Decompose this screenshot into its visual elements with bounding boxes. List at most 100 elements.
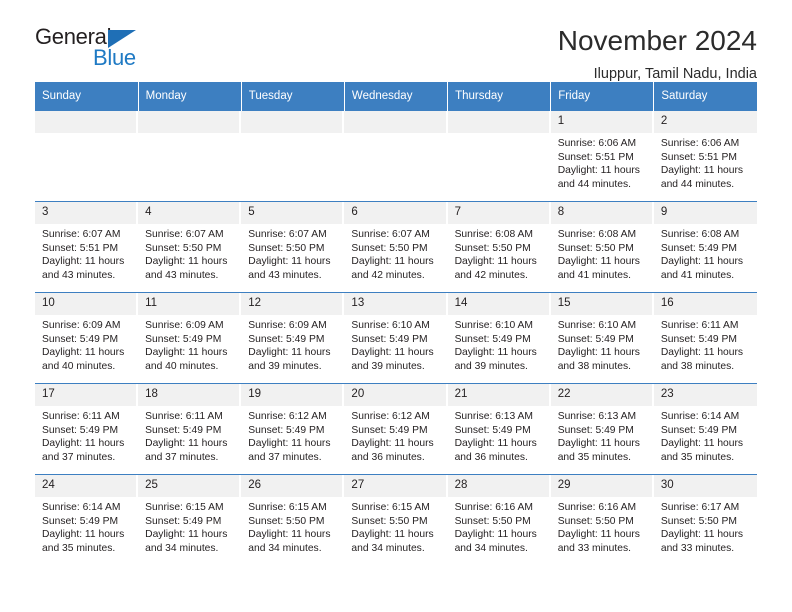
day-cell[interactable] [35,110,139,202]
sunset-text: Sunset: 5:49 PM [660,242,737,254]
day-cell[interactable]: 3 Sunrise: 6:07 AM Sunset: 5:51 PM Daylight… [35,201,139,293]
day-cell[interactable]: 9 Sunrise: 6:08 AM Sunset: 5:49 PM Daylight… [653,201,757,293]
daylight-text-line1: Daylight: 11 hours [351,347,434,359]
daylight-text-line2: and 41 minutes. [660,269,735,281]
day-cell[interactable]: 21 Sunrise: 6:13 AM Sunset: 5:49 PM Dayligh… [447,383,551,475]
daylight-text-line1: Daylight: 11 hours [660,529,744,541]
daylight-text-line2: and 42 minutes. [454,269,528,281]
day-number [35,111,137,133]
day-number: 17 [35,384,137,406]
daylight-text-line2: and 38 minutes. [557,360,631,372]
day-cell[interactable]: 2 Sunrise: 6:06 AM Sunset: 5:51 PM Daylight… [653,110,757,202]
weekday-header-friday: Friday [550,82,655,111]
day-number: 26 [241,475,343,497]
day-cell[interactable]: 1 Sunrise: 6:06 AM Sunset: 5:51 PM Daylight… [550,110,654,202]
day-cell[interactable]: 30 Sunrise: 6:17 AM Sunset: 5:50 PM Dayligh… [653,474,757,565]
page-header: General Blue November 2024 Iluppur, Tami… [35,0,757,82]
day-number: 21 [447,384,549,406]
sunrise-text: Sunrise: 6:11 AM [42,411,120,422]
daylight-text-line1: Daylight: 11 hours [557,256,640,268]
weekday-header-saturday: Saturday [653,82,757,111]
sunset-text: Sunset: 5:49 PM [42,424,119,436]
day-cell[interactable] [344,110,448,202]
day-cell[interactable]: 22 Sunrise: 6:13 AM Sunset: 5:49 PM Dayligh… [550,383,654,475]
sunrise-text: Sunrise: 6:07 AM [248,229,327,240]
daylight-text-line1: Daylight: 11 hours [248,438,331,450]
day-cell[interactable]: 28 Sunrise: 6:16 AM Sunset: 5:50 PM Dayligh… [447,474,551,565]
sunrise-text: Sunrise: 6:13 AM [454,411,533,422]
daylight-text-line1: Daylight: 11 hours [660,438,744,450]
day-number [241,111,343,133]
day-cell[interactable] [447,110,551,202]
day-number: 23 [653,384,757,406]
day-cell[interactable] [138,110,242,202]
daylight-text-line1: Daylight: 11 hours [42,256,125,268]
sunrise-text: Sunrise: 6:13 AM [557,411,637,422]
sunset-text: Sunset: 5:49 PM [145,424,222,436]
daylight-text-line2: and 44 minutes. [557,178,631,190]
general-blue-logo[interactable]: General Blue [35,24,155,72]
day-cell[interactable]: 13 Sunrise: 6:10 AM Sunset: 5:49 PM Dayligh… [344,292,448,384]
day-cell[interactable]: 8 Sunrise: 6:08 AM Sunset: 5:50 PM Daylight… [550,201,654,293]
day-cell[interactable]: 15 Sunrise: 6:10 AM Sunset: 5:49 PM Dayligh… [550,292,654,384]
day-number: 2 [653,111,757,133]
day-cell[interactable]: 18 Sunrise: 6:11 AM Sunset: 5:49 PM Dayligh… [138,383,242,475]
sunset-text: Sunset: 5:49 PM [42,333,119,345]
daylight-text-line1: Daylight: 11 hours [454,529,537,541]
daylight-text-line1: Daylight: 11 hours [248,529,331,541]
day-cell[interactable]: 7 Sunrise: 6:08 AM Sunset: 5:50 PM Daylight… [447,201,551,293]
page-title: November 2024 [557,25,757,56]
daylight-text-line1: Daylight: 11 hours [351,529,434,541]
sunset-text: Sunset: 5:50 PM [454,515,531,527]
daylight-text-line2: and 35 minutes. [42,542,116,554]
page-subtitle: Iluppur, Tamil Nadu, India [593,66,757,82]
sunrise-text: Sunrise: 6:10 AM [557,320,637,331]
day-cell[interactable]: 12 Sunrise: 6:09 AM Sunset: 5:49 PM Dayligh… [241,292,345,384]
day-cell[interactable]: 16 Sunrise: 6:11 AM Sunset: 5:49 PM Dayligh… [653,292,757,384]
day-number: 30 [653,475,757,497]
day-cell[interactable]: 6 Sunrise: 6:07 AM Sunset: 5:50 PM Daylight… [344,201,448,293]
day-cell[interactable] [241,110,345,202]
day-number: 1 [550,111,652,133]
sunrise-text: Sunrise: 6:08 AM [660,229,740,240]
daylight-text-line2: and 38 minutes. [660,360,735,372]
day-cell[interactable]: 10 Sunrise: 6:09 AM Sunset: 5:49 PM Dayligh… [35,292,139,384]
day-cell[interactable]: 25 Sunrise: 6:15 AM Sunset: 5:49 PM Dayligh… [138,474,242,565]
daylight-text-line2: and 43 minutes. [42,269,116,281]
sunset-text: Sunset: 5:50 PM [351,515,428,527]
calendar-body: 1 Sunrise: 6:06 AM Sunset: 5:51 PM Daylight… [35,110,757,565]
day-cell[interactable]: 14 Sunrise: 6:10 AM Sunset: 5:49 PM Dayligh… [447,292,551,384]
sunrise-text: Sunrise: 6:06 AM [557,138,637,149]
sunset-text: Sunset: 5:51 PM [660,151,737,163]
sunrise-text: Sunrise: 6:14 AM [660,411,740,422]
day-cell[interactable]: 24 Sunrise: 6:14 AM Sunset: 5:49 PM Dayligh… [35,474,139,565]
daylight-text-line2: and 33 minutes. [660,542,735,554]
sunset-text: Sunset: 5:51 PM [42,242,119,254]
day-cell[interactable]: 4 Sunrise: 6:07 AM Sunset: 5:50 PM Daylight… [138,201,242,293]
sunset-text: Sunset: 5:49 PM [660,424,737,436]
daylight-text-line1: Daylight: 11 hours [351,438,434,450]
sunset-text: Sunset: 5:49 PM [660,333,737,345]
day-number: 29 [550,475,652,497]
day-number: 8 [550,202,652,224]
calendar-week-row: 17 Sunrise: 6:11 AM Sunset: 5:49 PM Dayligh… [35,383,757,475]
day-cell[interactable]: 20 Sunrise: 6:12 AM Sunset: 5:49 PM Dayligh… [344,383,448,475]
daylight-text-line2: and 41 minutes. [557,269,631,281]
day-cell[interactable]: 5 Sunrise: 6:07 AM Sunset: 5:50 PM Daylight… [241,201,345,293]
weekday-header-tuesday: Tuesday [241,82,345,111]
daylight-text-line2: and 36 minutes. [351,451,425,463]
sunrise-text: Sunrise: 6:14 AM [42,502,121,513]
day-cell[interactable]: 26 Sunrise: 6:15 AM Sunset: 5:50 PM Dayligh… [241,474,345,565]
day-cell[interactable]: 29 Sunrise: 6:16 AM Sunset: 5:50 PM Dayligh… [550,474,654,565]
day-cell[interactable]: 27 Sunrise: 6:15 AM Sunset: 5:50 PM Dayligh… [344,474,448,565]
daylight-text-line1: Daylight: 11 hours [557,529,640,541]
day-number: 5 [241,202,343,224]
day-cell[interactable]: 19 Sunrise: 6:12 AM Sunset: 5:49 PM Dayligh… [241,383,345,475]
daylight-text-line1: Daylight: 11 hours [248,256,331,268]
weekday-header-sunday: Sunday [35,82,139,111]
calendar-header-row: Sunday Monday Tuesday Wednesday Thursday… [35,82,757,111]
day-cell[interactable]: 17 Sunrise: 6:11 AM Sunset: 5:49 PM Dayligh… [35,383,139,475]
day-cell[interactable]: 11 Sunrise: 6:09 AM Sunset: 5:49 PM Dayligh… [138,292,242,384]
sunrise-text: Sunrise: 6:09 AM [248,320,327,331]
day-cell[interactable]: 23 Sunrise: 6:14 AM Sunset: 5:49 PM Dayligh… [653,383,757,475]
